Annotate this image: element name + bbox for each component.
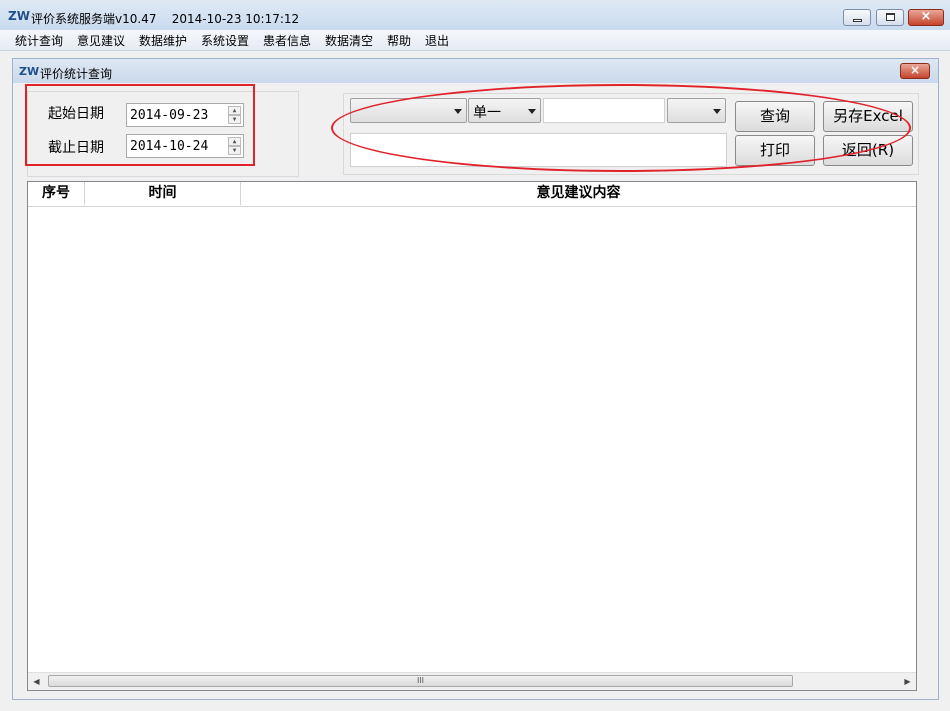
menu-patient-info[interactable]: 患者信息 <box>263 32 311 49</box>
close-icon: × <box>920 9 932 24</box>
highlight-rectangle <box>25 84 255 166</box>
child-close-button[interactable]: × <box>900 63 930 79</box>
main-window: ZW 评价系统服务端v10.47 2014-10-23 10:17:12 × 统… <box>0 0 950 711</box>
menu-help[interactable]: 帮助 <box>387 32 411 49</box>
child-title-bar: ZW 评价统计查询 × <box>13 59 938 83</box>
close-button[interactable]: × <box>908 9 944 26</box>
scroll-left-icon[interactable]: ◀ <box>28 673 45 690</box>
minimize-button[interactable] <box>843 9 871 26</box>
menu-exit[interactable]: 退出 <box>425 32 449 49</box>
horizontal-scrollbar[interactable]: ◀ III ▶ <box>28 672 916 690</box>
close-icon: × <box>909 63 921 77</box>
title-bar: ZW 评价系统服务端v10.47 2014-10-23 10:17:12 × <box>0 0 950 31</box>
app-logo-icon: ZW <box>8 9 30 23</box>
table-header: 序号 时间 意见建议内容 <box>28 182 916 207</box>
maximize-icon <box>886 13 895 21</box>
column-header-index[interactable]: 序号 <box>28 182 85 205</box>
menu-clear-data[interactable]: 数据清空 <box>325 32 373 49</box>
menu-system-settings[interactable]: 系统设置 <box>201 32 249 49</box>
column-header-time[interactable]: 时间 <box>85 182 241 205</box>
menu-suggestions[interactable]: 意见建议 <box>77 32 125 49</box>
scroll-right-icon[interactable]: ▶ <box>899 673 916 690</box>
child-window: ZW 评价统计查询 × 起始日期 2014-09-23 ▲ ▼ 截止日期 201… <box>12 58 939 700</box>
window-title: 评价系统服务端v10.47 2014-10-23 10:17:12 <box>31 12 300 26</box>
menu-bar: 统计查询 意见建议 数据维护 系统设置 患者信息 数据清空 帮助 退出 <box>0 30 950 51</box>
child-window-title: 评价统计查询 <box>40 67 113 81</box>
highlight-ellipse <box>331 84 911 172</box>
minimize-icon <box>853 19 862 22</box>
scroll-thumb[interactable]: III <box>48 675 793 687</box>
menu-data-maintenance[interactable]: 数据维护 <box>139 32 187 49</box>
app-logo-icon: ZW <box>19 65 40 78</box>
maximize-button[interactable] <box>876 9 904 26</box>
menu-statistics-query[interactable]: 统计查询 <box>15 32 63 49</box>
column-header-content[interactable]: 意见建议内容 <box>241 182 916 205</box>
results-table: 序号 时间 意见建议内容 ◀ III ▶ <box>27 181 917 691</box>
